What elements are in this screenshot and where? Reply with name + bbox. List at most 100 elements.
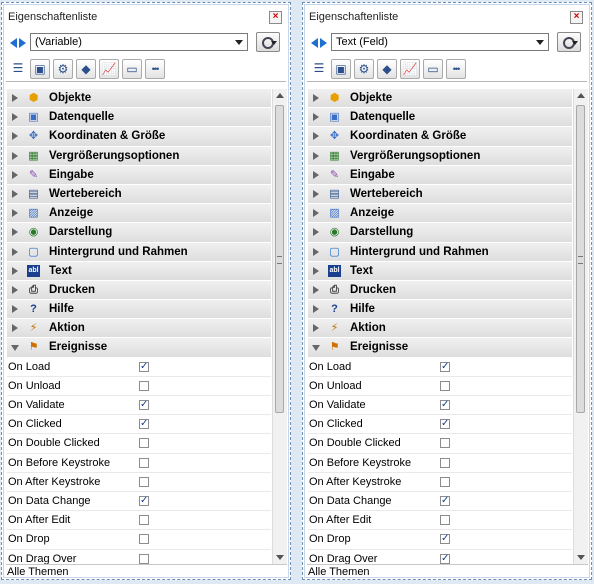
close-icon[interactable]: ×	[570, 11, 583, 24]
category-row[interactable]: ▢ Hintergrund und Rahmen	[308, 242, 572, 262]
event-checkbox[interactable]	[139, 492, 149, 510]
event-checkbox[interactable]	[139, 515, 149, 526]
category-row[interactable]: ⎙ Drucken	[308, 280, 572, 301]
vertical-scrollbar[interactable]	[573, 89, 588, 564]
category-row[interactable]: ✥ Koordinaten & Größe	[308, 127, 572, 147]
category-row[interactable]: ▣ Datenquelle	[308, 108, 572, 128]
all-themes-tab[interactable]: Alle Themen	[6, 564, 287, 579]
category-row[interactable]: ✎ Eingabe	[308, 165, 572, 185]
chevron-down-icon[interactable]	[572, 41, 578, 45]
expand-arrow-icon[interactable]	[12, 305, 18, 314]
event-checkbox[interactable]	[139, 553, 149, 564]
event-checkbox[interactable]	[440, 457, 450, 468]
collapse-arrow-icon[interactable]	[312, 345, 320, 352]
event-checkbox[interactable]	[440, 530, 450, 548]
event-checkbox[interactable]	[440, 380, 450, 391]
category-row-open[interactable]: ⚑ Ereignisse	[7, 338, 271, 358]
chart-icon[interactable]: 📈	[400, 59, 420, 79]
object-icon[interactable]: ▣	[331, 59, 351, 79]
event-checkbox[interactable]	[440, 415, 450, 433]
find-button[interactable]	[557, 32, 581, 52]
object-combo[interactable]: (Variable)	[30, 33, 248, 51]
expand-arrow-icon[interactable]	[313, 94, 319, 102]
scroll-up-icon[interactable]	[276, 93, 284, 98]
expand-arrow-icon[interactable]	[313, 209, 319, 218]
expand-arrow-icon[interactable]	[12, 189, 18, 198]
event-checkbox[interactable]	[440, 438, 450, 449]
property-list-icon[interactable]: ☰	[309, 59, 329, 79]
expand-arrow-icon[interactable]	[313, 170, 319, 179]
scroll-up-icon[interactable]	[577, 93, 585, 98]
event-checkbox[interactable]	[440, 515, 450, 526]
category-row[interactable]: ⚡ Aktion	[7, 319, 271, 339]
category-row[interactable]: ▦ Vergrößerungsoptionen	[7, 146, 271, 166]
event-checkbox[interactable]	[139, 438, 149, 449]
expand-arrow-icon[interactable]	[313, 189, 319, 198]
chevron-down-icon[interactable]	[235, 40, 243, 45]
category-row[interactable]: ▢ Hintergrund und Rahmen	[7, 242, 271, 262]
arrow-left-icon[interactable]	[311, 38, 318, 48]
scroll-down-icon[interactable]	[276, 555, 284, 560]
expand-arrow-icon[interactable]	[12, 209, 18, 218]
navigate-arrows-icon[interactable]	[8, 36, 30, 50]
scroll-thumb[interactable]	[275, 105, 284, 413]
expand-arrow-icon[interactable]	[313, 228, 319, 237]
category-row[interactable]: ▨ Anzeige	[7, 204, 271, 224]
chevron-down-icon[interactable]	[536, 40, 544, 45]
expand-arrow-icon[interactable]	[313, 266, 319, 275]
category-row[interactable]: ✥ Koordinaten & Größe	[7, 127, 271, 147]
expand-arrow-icon[interactable]	[12, 132, 18, 141]
navigate-arrows-icon[interactable]	[309, 36, 331, 50]
event-checkbox[interactable]	[139, 415, 149, 433]
category-row[interactable]: ▦ Vergrößerungsoptionen	[308, 146, 572, 166]
expand-arrow-icon[interactable]	[313, 324, 319, 333]
all-themes-tab[interactable]: Alle Themen	[307, 564, 588, 579]
object-icon[interactable]: ▣	[30, 59, 50, 79]
expand-arrow-icon[interactable]	[313, 132, 319, 141]
expand-arrow-icon[interactable]	[12, 285, 18, 294]
category-row[interactable]: ⚡ Aktion	[308, 319, 572, 339]
more-icon[interactable]: •••	[446, 59, 466, 79]
category-row[interactable]: ⎙ Drucken	[7, 280, 271, 301]
chart-icon[interactable]: 📈	[99, 59, 119, 79]
expand-arrow-icon[interactable]	[12, 324, 18, 333]
vertical-scrollbar[interactable]	[272, 89, 287, 564]
category-row[interactable]: ? Hilfe	[308, 300, 572, 320]
object-combo[interactable]: Text (Feld)	[331, 33, 549, 51]
expand-arrow-icon[interactable]	[12, 151, 18, 160]
expand-arrow-icon[interactable]	[12, 266, 18, 275]
expand-arrow-icon[interactable]	[313, 113, 319, 122]
event-checkbox[interactable]	[139, 476, 149, 487]
category-row[interactable]: ▤ Wertebereich	[7, 184, 271, 205]
gear-icon[interactable]: ⚙	[53, 59, 73, 79]
category-row[interactable]: ✎ Eingabe	[7, 165, 271, 185]
expand-arrow-icon[interactable]	[313, 151, 319, 160]
event-checkbox[interactable]	[139, 396, 149, 414]
arrow-right-icon[interactable]	[320, 38, 327, 48]
expand-arrow-icon[interactable]	[313, 247, 319, 256]
expand-arrow-icon[interactable]	[12, 94, 18, 102]
shapes-icon[interactable]: ◆	[76, 59, 96, 79]
event-checkbox[interactable]	[139, 358, 149, 376]
event-checkbox[interactable]	[440, 396, 450, 414]
scroll-thumb[interactable]	[576, 105, 585, 413]
more-icon[interactable]: •••	[145, 59, 165, 79]
shapes-icon[interactable]: ◆	[377, 59, 397, 79]
category-row[interactable]: ◉ Darstellung	[7, 223, 271, 243]
event-checkbox[interactable]	[440, 358, 450, 376]
category-row-open[interactable]: ⚑ Ereignisse	[308, 338, 572, 358]
monitor-icon[interactable]: ▭	[122, 59, 142, 79]
collapse-arrow-icon[interactable]	[11, 345, 19, 352]
category-row[interactable]: ▨ Anzeige	[308, 204, 572, 224]
find-button[interactable]	[256, 32, 280, 52]
event-checkbox[interactable]	[139, 380, 149, 391]
category-row[interactable]: ⬢ Objekte	[7, 89, 271, 109]
category-row[interactable]: abl Text	[308, 261, 572, 281]
close-icon[interactable]: ×	[269, 11, 282, 24]
expand-arrow-icon[interactable]	[313, 305, 319, 314]
expand-arrow-icon[interactable]	[12, 113, 18, 122]
category-row[interactable]: ⬢ Objekte	[308, 89, 572, 109]
event-checkbox[interactable]	[440, 550, 450, 564]
scroll-down-icon[interactable]	[577, 555, 585, 560]
expand-arrow-icon[interactable]	[12, 247, 18, 256]
